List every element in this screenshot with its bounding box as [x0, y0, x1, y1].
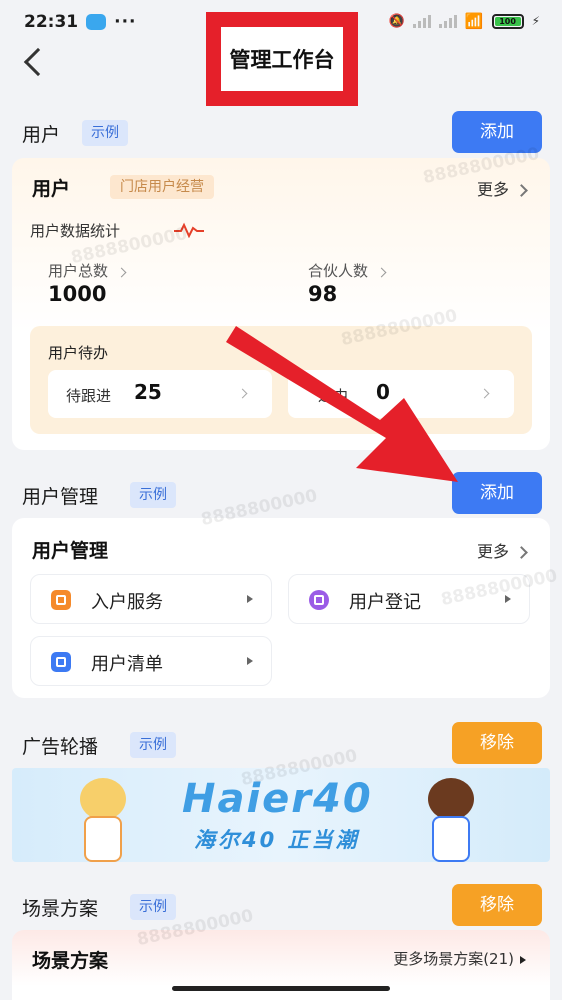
pulse-icon	[174, 222, 204, 238]
chevron-right-icon	[376, 267, 387, 278]
add-user-button[interactable]: 添加	[452, 111, 542, 153]
page-title-highlight: 管理工作台	[206, 12, 358, 106]
section-scheme-header: 场景方案 示例 移除	[0, 884, 562, 926]
mgmt-card-title: 用户管理	[32, 540, 109, 562]
home-service-icon	[51, 590, 71, 610]
caret-right-icon	[247, 657, 253, 665]
battery-level: 100	[494, 16, 521, 26]
service-home-service[interactable]: 入户服务	[30, 574, 272, 624]
more-label: 更多	[476, 180, 509, 199]
todo-title: 用户待办	[48, 344, 109, 362]
service-label: 用户清单	[91, 654, 163, 675]
section-mgmt-demo-tag: 示例	[130, 482, 176, 508]
signal-icon	[412, 14, 431, 28]
wifi-icon: 📶	[464, 12, 484, 30]
scheme-more-link[interactable]: 更多场景方案(21)	[393, 948, 526, 969]
more-label: 更多	[476, 542, 509, 561]
caret-right-icon	[247, 595, 253, 603]
service-label: 入户服务	[91, 592, 163, 613]
mascot-left-image	[68, 778, 138, 862]
mascot-right-image	[416, 778, 486, 862]
mgmt-card-more-link[interactable]: 更多	[476, 538, 528, 562]
user-card-tag: 门店用户经营	[110, 175, 214, 199]
signal-icon-2	[438, 14, 457, 28]
stats-title: 用户数据统计	[30, 222, 121, 240]
charging-icon: ⚡	[531, 14, 540, 28]
cloud-icon	[86, 14, 107, 30]
total-users-label: 用户总数	[48, 262, 109, 280]
caret-right-icon	[505, 595, 511, 603]
battery-icon: 100	[491, 13, 524, 29]
section-scheme-demo-tag: 示例	[130, 894, 176, 920]
status-time: 22:31	[24, 12, 79, 32]
section-user-label: 用户	[22, 124, 61, 146]
user-card: 用户 门店用户经营 更多 用户数据统计 用户总数 1000 合伙人数 98 用户…	[12, 158, 550, 450]
mute-icon: 🔕	[388, 13, 405, 29]
page-title: 管理工作台	[229, 48, 335, 72]
section-scheme-label: 场景方案	[22, 898, 99, 920]
partners-value: 98	[308, 282, 338, 306]
todo-other-label: 进中	[318, 387, 349, 405]
section-ad-label: 广告轮播	[22, 736, 99, 758]
total-users-link[interactable]: 用户总数	[48, 260, 127, 281]
register-icon	[309, 590, 329, 610]
list-icon	[51, 652, 71, 672]
service-user-list[interactable]: 用户清单	[30, 636, 272, 686]
partners-link[interactable]: 合伙人数	[308, 260, 387, 281]
back-arrow-icon[interactable]	[23, 47, 53, 77]
chevron-right-icon	[515, 184, 528, 197]
scheme-card-title: 场景方案	[32, 950, 109, 972]
section-ad-header: 广告轮播 示例 移除	[0, 722, 562, 764]
remove-ad-button[interactable]: 移除	[452, 722, 542, 764]
chevron-right-icon	[116, 267, 127, 278]
section-mgmt-header: 用户管理 示例 添加	[0, 472, 562, 514]
total-users-value: 1000	[48, 282, 107, 306]
todo-in-progress[interactable]: 进中 0	[288, 370, 514, 418]
remove-scheme-button[interactable]: 移除	[452, 884, 542, 926]
todo-follow-label: 待跟进	[66, 387, 112, 405]
chevron-right-icon	[515, 546, 528, 559]
section-ad-demo-tag: 示例	[130, 732, 176, 758]
nav-bar: 管理工作台	[0, 12, 562, 106]
section-user-demo-tag: 示例	[82, 120, 128, 146]
add-mgmt-button[interactable]: 添加	[452, 472, 542, 514]
service-label: 用户登记	[349, 592, 421, 613]
user-card-more-link[interactable]: 更多	[476, 176, 528, 200]
caret-right-icon	[520, 956, 526, 964]
todo-follow-up[interactable]: 待跟进 25	[48, 370, 272, 418]
home-indicator[interactable]	[172, 986, 390, 991]
section-mgmt-label: 用户管理	[22, 486, 99, 508]
scheme-more-label: 更多场景方案(21)	[393, 950, 514, 968]
user-todo-panel: 用户待办 待跟进 25 进中 0	[30, 326, 532, 434]
service-user-register[interactable]: 用户登记	[288, 574, 530, 624]
user-mgmt-card: 用户管理 更多 入户服务 用户登记 用户清单	[12, 518, 550, 698]
banner-slogan: 海尔40 正当潮	[194, 828, 360, 852]
status-icons: 🔕 📶 100 ⚡	[389, 12, 540, 30]
section-user-header: 用户 示例 添加	[0, 111, 562, 153]
banner-brand: Haier40	[182, 776, 373, 822]
todo-follow-value: 25	[134, 380, 162, 404]
ad-banner[interactable]: Haier40 海尔40 正当潮	[12, 768, 550, 862]
chevron-right-icon	[479, 388, 490, 399]
todo-other-value: 0	[376, 380, 390, 404]
chevron-right-icon	[237, 388, 248, 399]
status-more-dots: ···	[114, 12, 137, 32]
user-card-title: 用户	[32, 178, 71, 200]
partners-label: 合伙人数	[308, 262, 369, 280]
